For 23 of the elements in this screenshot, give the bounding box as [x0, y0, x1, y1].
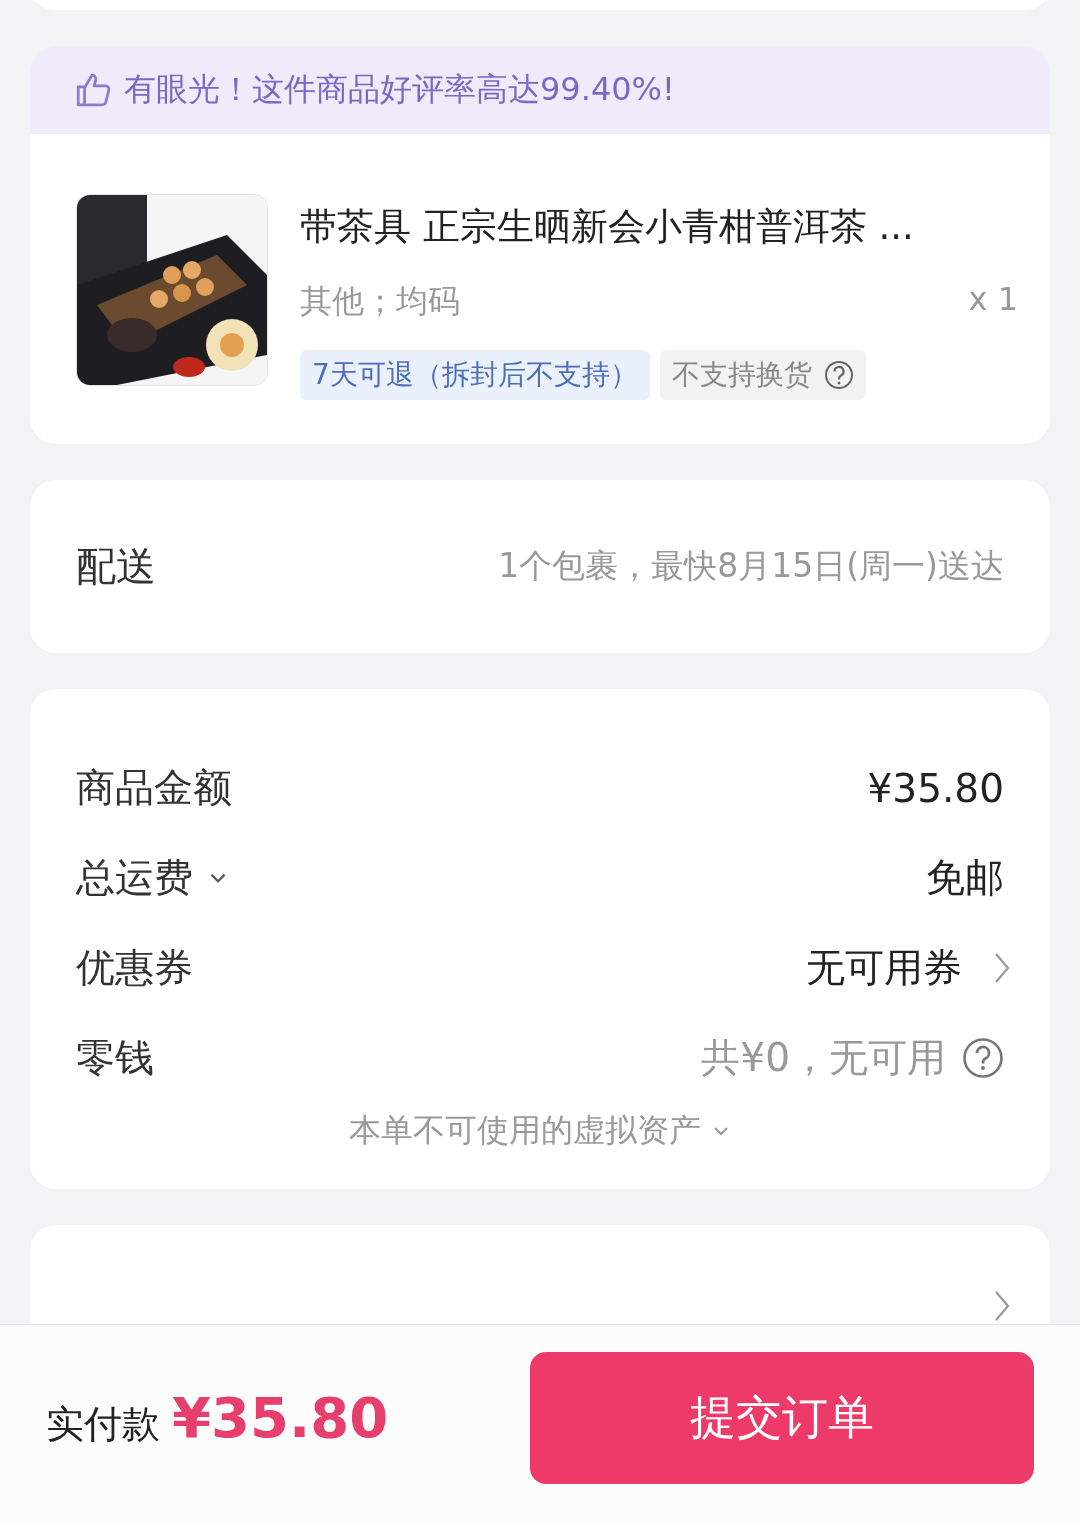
quantity: x 1	[968, 280, 1018, 320]
coupon-link[interactable]: 无可用券	[806, 941, 1012, 995]
help-icon	[823, 360, 854, 390]
rating-text: 有眼光！这件商品好评率高达99.40%!	[124, 69, 675, 110]
delivery-label: 配送	[76, 542, 156, 591]
return-policy-tag: 7天可退（拆封后不支持）	[300, 350, 650, 400]
total-label: 实付款	[46, 1401, 160, 1448]
price-label: 商品金额	[76, 764, 232, 812]
submit-order-button[interactable]: 提交订单	[530, 1351, 1034, 1484]
thumbs-up-icon	[74, 71, 112, 109]
chevron-right-icon	[992, 951, 1012, 985]
price-value: 共¥0，无可用	[701, 1034, 946, 1082]
price-label: 优惠券	[76, 944, 193, 992]
price-value: ¥35.80	[867, 765, 1004, 811]
product-title[interactable]: 带茶具 正宗生晒新会小青柑普洱茶 ...	[300, 202, 1018, 252]
delivery-estimate: 1个包裹，最快8月15日(周一)送达	[498, 545, 1004, 587]
chevron-right-icon[interactable]	[992, 1289, 1012, 1323]
product-spec: 其他；均码	[300, 281, 460, 322]
help-icon[interactable]	[962, 1037, 1004, 1079]
total-amount: ¥35.80	[172, 1385, 389, 1450]
price-label: 零钱	[76, 1034, 154, 1082]
shipping-fee-toggle[interactable]: 总运费	[76, 851, 229, 905]
price-value: 免邮	[926, 854, 1004, 902]
